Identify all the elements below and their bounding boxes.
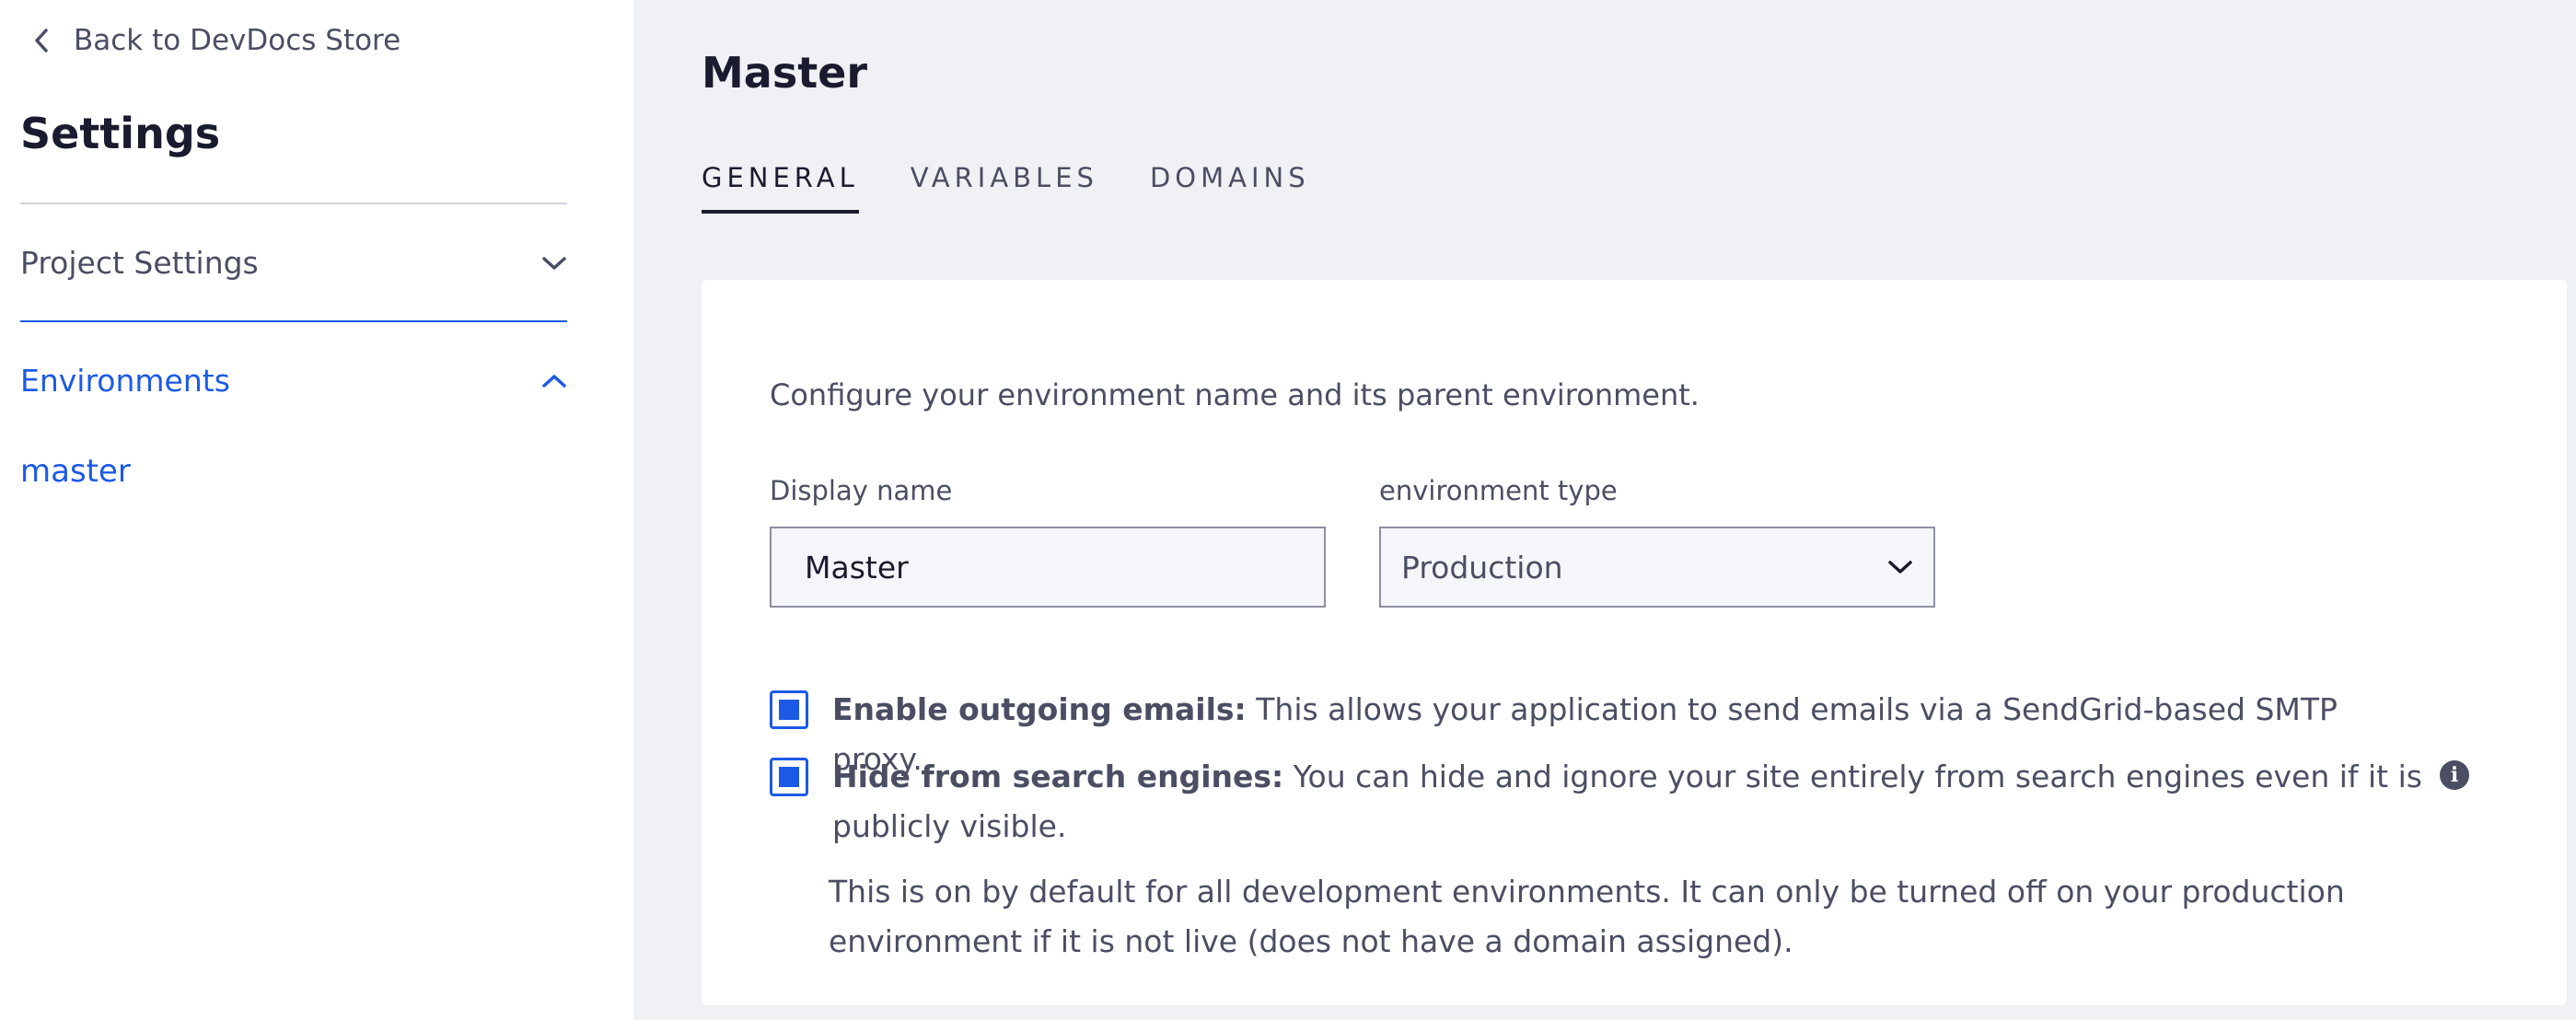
sidebar-title: Settings	[20, 109, 221, 158]
option-title: Enable outgoing emails:	[832, 691, 1247, 727]
option-text: Hide from search engines: You can hide a…	[832, 752, 2434, 852]
chevron-up-icon	[542, 374, 566, 388]
sidebar-item-label: Environments	[20, 363, 230, 399]
tab-variables[interactable]: VARIABLES	[911, 162, 1098, 214]
sidebar-environment-master[interactable]: master	[20, 453, 131, 490]
general-settings-card: Configure your environment name and its …	[702, 280, 2567, 1005]
settings-sidebar: Back to DevDocs Store Settings Project S…	[0, 0, 633, 1020]
chevron-down-icon	[1888, 561, 1912, 574]
sidebar-divider-active	[20, 320, 567, 322]
tab-general[interactable]: GENERAL	[702, 162, 859, 214]
hide-from-search-engines-option: Hide from search engines: You can hide a…	[770, 752, 2434, 852]
checkbox-checked-mark	[779, 767, 799, 787]
display-name-label: Display name	[770, 475, 953, 506]
environment-type-label: environment type	[1379, 475, 1618, 506]
sidebar-item-project-settings[interactable]: Project Settings	[20, 245, 567, 281]
page-title: Master	[702, 48, 868, 98]
sidebar-divider	[20, 203, 567, 204]
checkbox-checked-mark	[779, 700, 799, 720]
hide-from-search-engines-checkbox[interactable]	[770, 758, 808, 796]
settings-tabs: GENERAL VARIABLES DOMAINS	[702, 162, 1310, 214]
sidebar-item-label: Project Settings	[20, 245, 259, 281]
info-icon[interactable]: i	[2440, 760, 2469, 790]
search-engine-note: This is on by default for all developmen…	[829, 874, 2345, 959]
back-to-store-link[interactable]: Back to DevDocs Store	[33, 24, 400, 57]
display-name-value: Master	[805, 549, 909, 585]
environment-type-select[interactable]: Production	[1379, 527, 1935, 608]
environment-type-value: Production	[1401, 549, 1563, 585]
back-link-label: Back to DevDocs Store	[74, 24, 401, 57]
sidebar-item-environments[interactable]: Environments	[20, 363, 567, 399]
tab-domains[interactable]: DOMAINS	[1150, 162, 1310, 214]
option-title: Hide from search engines:	[832, 759, 1284, 794]
enable-outgoing-emails-checkbox[interactable]	[770, 690, 808, 729]
chevron-down-icon	[542, 256, 566, 270]
display-name-input[interactable]: Master	[770, 527, 1326, 608]
card-description: Configure your environment name and its …	[770, 377, 1700, 412]
chevron-left-icon	[35, 29, 48, 52]
